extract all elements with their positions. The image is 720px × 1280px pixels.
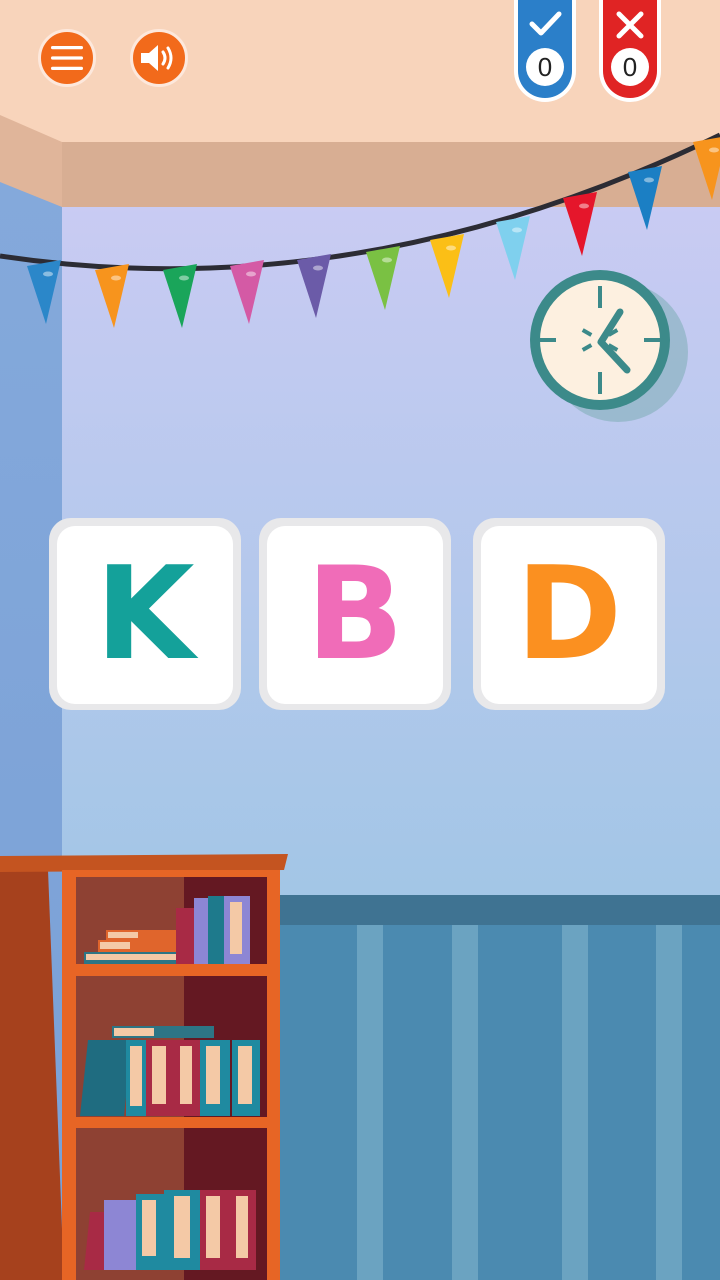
- wrong-score-badge: 0: [599, 0, 661, 102]
- speaker-volume-icon: [141, 45, 173, 71]
- letter-tile-1[interactable]: K: [49, 518, 241, 710]
- tile-letter: K: [95, 540, 195, 689]
- cross-icon: [616, 11, 644, 39]
- tile-letter: B: [306, 540, 404, 689]
- correct-count: 0: [526, 48, 564, 86]
- checkmark-icon: [529, 11, 562, 36]
- correct-score-badge: 0: [514, 0, 576, 102]
- tile-letter: D: [515, 540, 623, 689]
- letter-tile-2[interactable]: B: [259, 518, 451, 710]
- hamburger-menu-icon: [51, 46, 83, 70]
- wrong-count: 0: [611, 48, 649, 86]
- menu-button[interactable]: [38, 29, 96, 87]
- sound-button[interactable]: [130, 29, 188, 87]
- letter-tile-3[interactable]: D: [473, 518, 665, 710]
